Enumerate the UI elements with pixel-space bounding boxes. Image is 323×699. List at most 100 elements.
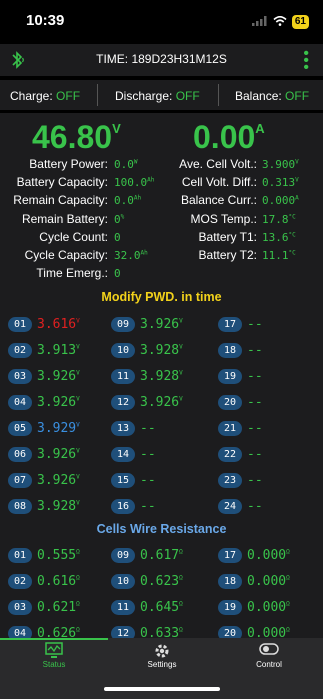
stat-value: 100.0Ah <box>114 176 154 189</box>
tab-control[interactable]: Control <box>215 642 323 669</box>
cell-voltage-value: 3.928 <box>140 343 180 358</box>
wire-resistance-unit: Ω <box>179 548 183 556</box>
wire-resistance-value: 0.616 <box>37 574 77 589</box>
battery-icon: 61 <box>291 15 309 29</box>
cell-voltage: -- <box>140 421 156 436</box>
cell-voltage-value: -- <box>247 343 263 358</box>
cell-number-badge: 02 <box>8 343 32 358</box>
cell-number-badge: 10 <box>111 574 135 589</box>
charge-status[interactable]: Charge: OFF <box>10 89 80 103</box>
gear-icon <box>108 642 216 660</box>
wire-resistance: 0.645Ω <box>140 600 183 615</box>
runtime-title: TIME: 189D23H31M12S <box>96 52 227 66</box>
cell-voltage: -- <box>247 447 263 462</box>
cell-voltage-value: 3.616 <box>37 317 77 332</box>
wire-resistance-value: 0.623 <box>140 574 180 589</box>
balance-status[interactable]: Balance: OFF <box>235 89 309 103</box>
cell-voltage-value: -- <box>247 317 263 332</box>
cell-voltage-item: 07 3.926V <box>8 473 80 488</box>
tab-status[interactable]: Status <box>0 642 108 669</box>
cell-number-badge: 21 <box>218 421 242 436</box>
monitor-icon <box>0 642 108 660</box>
stat-unit: V <box>295 158 299 166</box>
cell-number-badge: 18 <box>218 343 242 358</box>
cell-number-badge: 01 <box>8 317 32 332</box>
cell-voltage: 3.928V <box>140 369 183 384</box>
cell-voltage: 3.926V <box>37 395 80 410</box>
stat-label: Cycle Count: <box>39 229 108 244</box>
cell-voltage-item: 21 -- <box>218 421 263 436</box>
cell-voltage-value: -- <box>247 499 263 514</box>
cell-voltage-item: 09 3.926V <box>111 317 183 332</box>
cell-voltage-value: -- <box>247 369 263 384</box>
cell-voltage-unit: V <box>179 395 183 403</box>
tab-settings[interactable]: Settings <box>108 642 216 669</box>
stat-number: 32.0 <box>114 249 141 262</box>
cell-voltage-value: 3.928 <box>140 369 180 384</box>
stat-number: 0.313 <box>262 176 296 190</box>
cell-voltage-item: 20 -- <box>218 395 263 410</box>
wire-resistance-value: 0.000 <box>247 574 287 589</box>
stat-unit: % <box>120 212 125 220</box>
cell-voltage-unit: V <box>76 343 80 351</box>
cell-number-badge: 13 <box>111 421 135 436</box>
cell-voltage: -- <box>140 499 156 514</box>
cell-voltage-unit: V <box>76 421 80 429</box>
cell-voltage-item: 17 -- <box>218 317 263 332</box>
wire-resistance-unit: Ω <box>76 574 80 582</box>
stat-number: 0.0 <box>114 158 134 171</box>
more-menu-icon[interactable]: • • • <box>303 46 309 76</box>
wire-resistance-item: 17 0.000Ω <box>218 548 290 563</box>
home-indicator[interactable] <box>104 687 220 691</box>
wire-resistance-unit: Ω <box>76 548 80 556</box>
cell-voltage: -- <box>247 473 263 488</box>
stat-label: Time Emerg.: <box>36 266 108 281</box>
cell-voltage-item: 11 3.928V <box>111 369 183 384</box>
stat-unit: Ah <box>147 176 155 184</box>
wire-resistance-item: 03 0.621Ω <box>8 600 80 615</box>
cell-voltage-value: -- <box>247 473 263 488</box>
stat-unit: °C <box>288 231 296 239</box>
cell-voltage-item: 03 3.926V <box>8 369 80 384</box>
wire-resistance-unit: Ω <box>76 626 80 634</box>
wire-resistance: 0.555Ω <box>37 548 80 563</box>
wire-resistance-value: 0.000 <box>247 600 287 615</box>
toggle-row: Charge: OFF Discharge: OFF Balance: OFF <box>0 80 323 110</box>
cell-number-badge: 19 <box>218 369 242 384</box>
cell-voltage-value: 3.926 <box>140 317 180 332</box>
wire-resistance-unit: Ω <box>286 574 290 582</box>
cell-voltage-value: -- <box>140 473 156 488</box>
cell-voltage-item: 23 -- <box>218 473 263 488</box>
cell-voltage-value: 3.926 <box>37 447 77 462</box>
cell-number-badge: 16 <box>111 499 135 514</box>
current-value: 0.00 <box>193 119 256 155</box>
stat-value: 0.313V <box>262 176 299 189</box>
cell-voltage-item: 16 -- <box>111 499 156 514</box>
cell-number-badge: 22 <box>218 447 242 462</box>
cell-voltage-unit: V <box>76 447 80 455</box>
cell-number-badge: 15 <box>111 473 135 488</box>
divider <box>97 84 98 106</box>
wire-resistance-item: 10 0.623Ω <box>111 574 183 589</box>
stat-unit: °C <box>288 212 296 220</box>
discharge-status[interactable]: Discharge: OFF <box>115 89 200 103</box>
cell-number-badge: 02 <box>8 574 32 589</box>
signal-icon <box>251 13 268 31</box>
balance-value: OFF <box>285 89 310 103</box>
wire-resistance-value: 0.645 <box>140 600 180 615</box>
cell-number-badge: 09 <box>111 317 135 332</box>
stat-unit: V <box>295 176 299 184</box>
stat-unit: °C <box>288 249 296 257</box>
cell-voltage-value: -- <box>247 395 263 410</box>
stat-unit: A <box>295 194 299 202</box>
cells-section-title: Modify PWD. in time <box>101 290 222 304</box>
wire-resistance: 0.000Ω <box>247 548 290 563</box>
stat-number: 3.900 <box>262 158 296 171</box>
cell-voltage: 3.926V <box>140 395 183 410</box>
cell-number-badge: 09 <box>111 548 135 563</box>
stat-unit: Ah <box>140 249 148 257</box>
voltage-unit: V <box>112 121 121 136</box>
tab-settings-label: Settings <box>147 660 177 669</box>
stat-value: 32.0Ah <box>114 249 148 262</box>
stat-value: 0.000A <box>262 194 299 207</box>
